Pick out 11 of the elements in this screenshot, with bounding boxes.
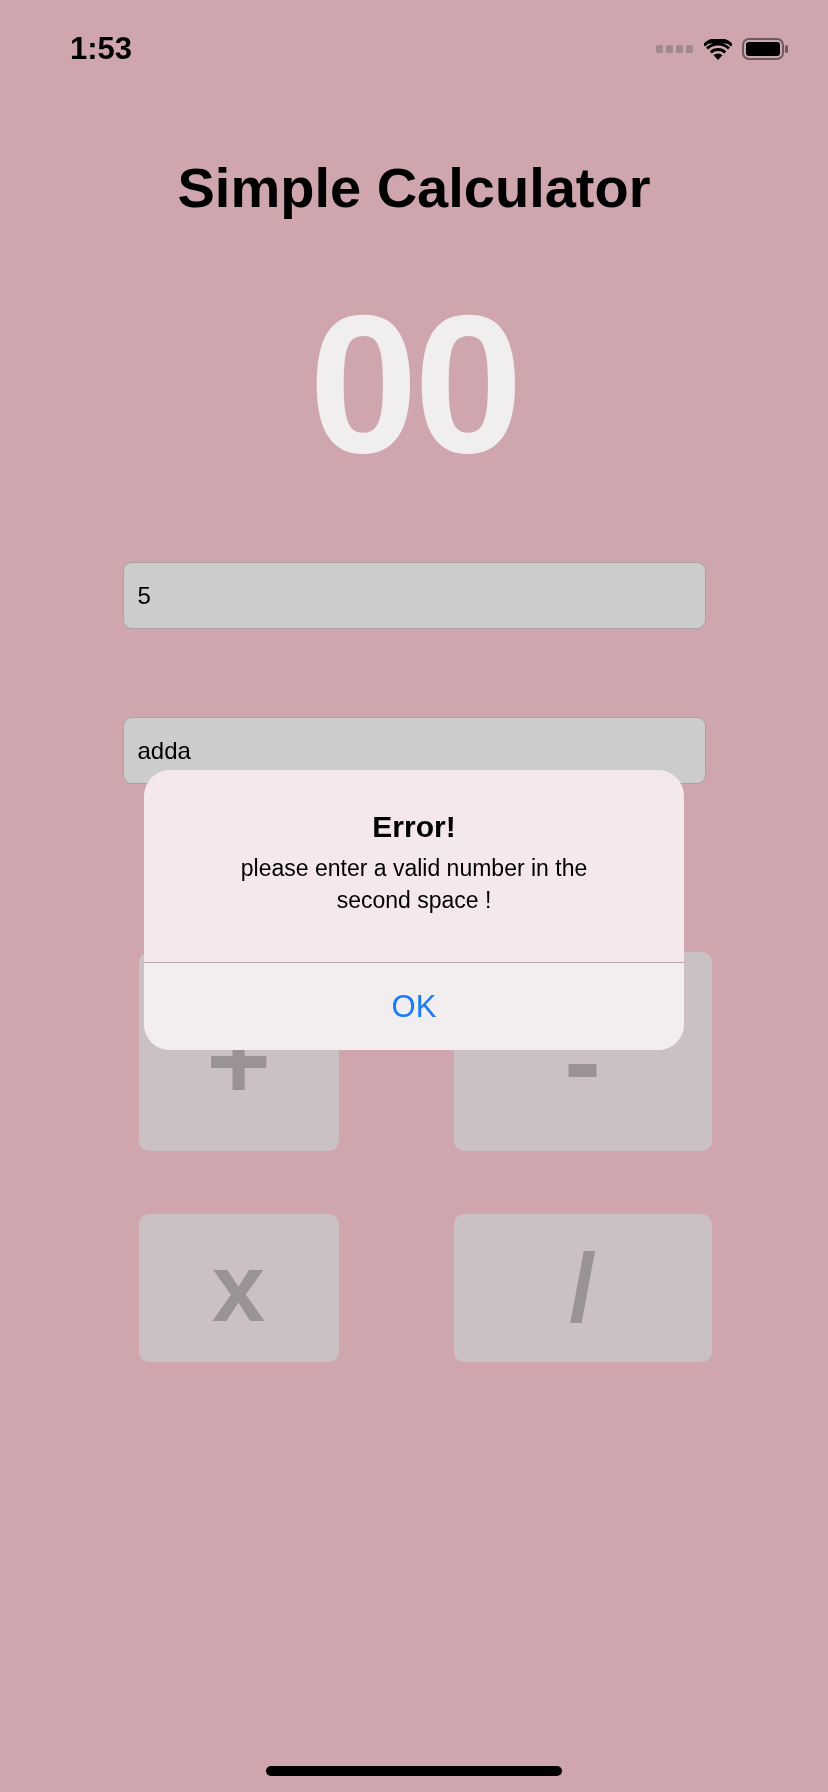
alert-title: Error!: [372, 810, 456, 844]
alert-message: please enter a valid number in the second space !: [239, 854, 589, 915]
ok-button[interactable]: OK: [144, 963, 684, 1050]
operation-button[interactable]: /: [453, 1214, 712, 1362]
signal-icon: [656, 45, 694, 53]
battery-icon: [742, 38, 788, 60]
app-title: Simple Calculator: [177, 156, 651, 220]
wifi-icon: [704, 38, 732, 60]
input-field[interactable]: 5: [122, 562, 706, 629]
status-time: 1:53: [70, 31, 133, 67]
result-display: 00: [309, 285, 519, 485]
